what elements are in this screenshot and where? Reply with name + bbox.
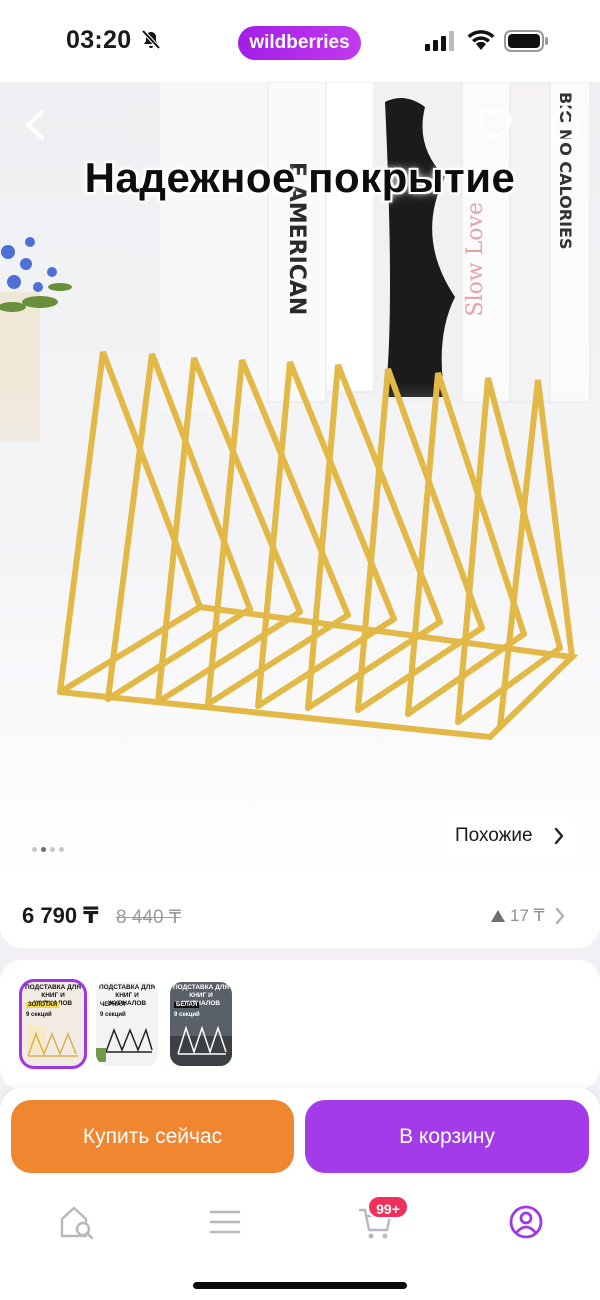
status-time: 03:20: [66, 26, 132, 54]
pager-dot-active: [41, 847, 46, 852]
buy-now-button[interactable]: Купить сейчас: [11, 1100, 294, 1173]
current-price: 6 790 ₸: [22, 903, 99, 928]
cart-count-badge: 99+: [367, 1195, 409, 1219]
variant-sections: 9 секций: [174, 1012, 200, 1018]
variant-thumb-gold[interactable]: ПОДСТАВКА ДЛЯ КНИГ И ЖУРНАЛОВ ЗОЛОТАЯ 9 …: [19, 979, 87, 1069]
profile-icon[interactable]: [506, 1202, 546, 1242]
add-to-cart-button[interactable]: В корзину: [305, 1100, 589, 1173]
home-indicator: [193, 1282, 407, 1289]
status-bar: 03:20 wildberries: [0, 0, 600, 82]
purchase-actions: Купить сейчас В корзину: [0, 1088, 600, 1188]
chevron-right-icon: [555, 907, 565, 925]
price-change: 17 ₸: [490, 906, 544, 926]
svg-text:Slow Love: Slow Love: [463, 202, 488, 316]
pager-dot: [59, 847, 64, 852]
price-section[interactable]: 6 790 ₸ 8 440 ₸ 17 ₸: [0, 882, 600, 948]
similar-label: Похожие: [455, 825, 533, 846]
triangle-up-icon: [491, 910, 505, 922]
price-change-value: 17 ₸: [510, 906, 545, 925]
variant-sections: 9 секций: [100, 1012, 126, 1018]
brand-logo: wildberries: [238, 26, 361, 60]
product-image-gallery[interactable]: E AMERICAN Slow Love BIG NO CALORIES Над…: [0, 82, 600, 882]
pager-dot: [32, 847, 37, 852]
similar-products-button[interactable]: Похожие: [444, 815, 578, 857]
variant-color-label: ЧЕРНАЯ: [100, 1002, 126, 1008]
catalog-menu-icon[interactable]: [205, 1202, 245, 1242]
heart-icon[interactable]: [476, 106, 514, 142]
chevron-right-icon: [554, 827, 564, 845]
variant-color-label: БЕЛАЯ: [174, 1002, 200, 1008]
bottom-tab-bar: 99+: [0, 1188, 600, 1300]
variant-color-label: ЗОЛОТАЯ: [26, 1002, 60, 1008]
color-variants: ПОДСТАВКА ДЛЯ КНИГ И ЖУРНАЛОВ ЗОЛОТАЯ 9 …: [0, 960, 600, 1090]
wifi-icon: [467, 30, 495, 50]
old-price: 8 440 ₸: [116, 907, 181, 928]
share-icon[interactable]: [546, 102, 584, 144]
home-search-icon[interactable]: [56, 1202, 96, 1242]
back-arrow-icon[interactable]: [18, 104, 54, 144]
battery-icon: [504, 30, 548, 52]
pager-dot: [50, 847, 55, 852]
bell-muted-icon: [141, 29, 161, 50]
variant-thumb-black[interactable]: ПОДСТАВКА ДЛЯ КНИГ И ЖУРНАЛОВ ЧЕРНАЯ 9 с…: [96, 982, 158, 1066]
hero-caption: Надежное покрытие: [84, 154, 516, 201]
product-photo: E AMERICAN Slow Love BIG NO CALORIES: [0, 82, 600, 882]
signal-icon: [425, 31, 454, 51]
variant-thumb-white[interactable]: ПОДСТАВКА ДЛЯ КНИГ И ЖУРНАЛОВ БЕЛАЯ 9 се…: [170, 982, 232, 1066]
gallery-pager: [32, 847, 64, 852]
variant-sections: 9 секций: [26, 1012, 52, 1018]
